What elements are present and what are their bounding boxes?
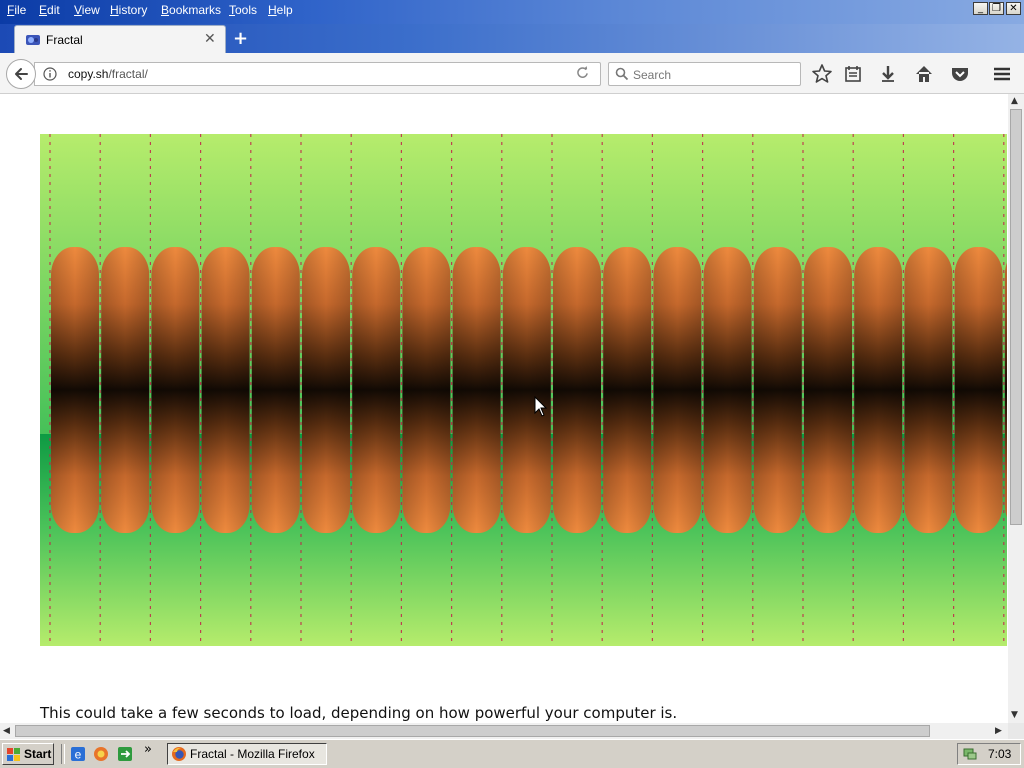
taskbar: Start e » Fractal - Mozilla Firefox 7:03	[0, 739, 1024, 768]
svg-text:e: e	[75, 748, 82, 762]
taskbar-divider	[61, 744, 65, 764]
fractal-lobe-shade	[804, 247, 852, 533]
url-bar[interactable]: copy.sh/fractal/	[34, 62, 601, 86]
reading-list-icon[interactable]	[842, 63, 864, 85]
fractal-lobe-shade	[402, 247, 451, 533]
system-tray: 7:03	[957, 743, 1021, 765]
back-arrow-icon	[15, 68, 28, 80]
scroll-down-arrow-icon[interactable]: ▼	[1011, 710, 1018, 720]
fractal-lobe-shade	[753, 247, 802, 533]
quicklaunch-more-chevron-icon[interactable]: »	[144, 742, 152, 757]
hamburger-menu-icon[interactable]	[991, 63, 1013, 85]
fractal-favicon-icon	[26, 35, 40, 45]
clock: 7:03	[988, 747, 1012, 761]
fractal-lobe-shade	[954, 247, 1003, 533]
fractal-lobe-shade	[1004, 262, 1007, 518]
fractal-lobe-shade	[352, 247, 401, 533]
scrollbar-corner	[1008, 723, 1024, 739]
fractal-lobe-shade	[703, 247, 752, 533]
menu-view[interactable]: View	[74, 3, 100, 17]
fractal-canvas[interactable]	[40, 134, 1007, 646]
menu-bar	[0, 0, 1024, 24]
download-icon[interactable]	[877, 63, 899, 85]
search-input[interactable]: Search	[608, 62, 801, 86]
bookmark-star-icon[interactable]	[811, 63, 833, 85]
menu-file[interactable]: File	[7, 3, 26, 17]
vertical-scroll-thumb[interactable]	[1010, 109, 1022, 525]
windows-logo-icon	[7, 748, 20, 761]
new-tab-button[interactable]: +	[233, 28, 248, 49]
taskbar-firefox-window[interactable]: Fractal - Mozilla Firefox	[167, 743, 327, 765]
fractal-lobe-shade	[854, 247, 903, 533]
menu-history[interactable]: History	[110, 3, 147, 17]
info-icon[interactable]	[43, 67, 57, 81]
fractal-lobe-shade	[603, 247, 652, 533]
search-placeholder: Search	[633, 68, 672, 82]
menu-help[interactable]: Help	[268, 3, 293, 17]
close-window-button[interactable]: ✕	[1006, 2, 1021, 15]
tab-fractal[interactable]: Fractal ✕	[14, 25, 226, 53]
taskbar-window-title: Fractal - Mozilla Firefox	[190, 747, 315, 761]
fractal-lobe-shade	[151, 247, 200, 533]
navigation-toolbar: copy.sh/fractal/ Search	[0, 53, 1024, 94]
restore-button[interactable]: ❐	[989, 2, 1004, 15]
menu-tools[interactable]: Tools	[229, 3, 257, 17]
loading-caption: This could take a few seconds to load, d…	[40, 704, 678, 722]
back-button[interactable]	[6, 59, 36, 89]
mouse-cursor-icon	[534, 396, 548, 417]
menu-bookmarks[interactable]: Bookmarks	[161, 3, 221, 17]
start-button[interactable]: Start	[2, 743, 54, 765]
tab-title: Fractal	[46, 33, 83, 47]
firefox-icon	[172, 747, 186, 761]
ie-quicklaunch-icon[interactable]: e	[70, 746, 86, 762]
start-label: Start	[24, 747, 52, 761]
fractal-lobe-shade	[302, 247, 350, 533]
fractal-lobe-shade	[101, 247, 150, 533]
browser-quicklaunch-icon[interactable]	[93, 746, 109, 762]
fractal-lobe-shade	[904, 247, 953, 533]
fractal-lobe-shade	[653, 247, 702, 533]
fractal-lobe-shade	[251, 247, 300, 533]
url-text[interactable]: copy.sh/fractal/	[68, 67, 148, 81]
scroll-right-arrow-icon[interactable]: ▶	[995, 726, 1002, 736]
reload-icon[interactable]	[576, 66, 589, 79]
fractal-lobe-shade	[201, 247, 250, 533]
search-icon	[615, 67, 629, 81]
fractal-lobe-shade	[452, 247, 501, 533]
minimize-button[interactable]: _	[973, 2, 988, 15]
app-quicklaunch-icon[interactable]	[117, 746, 133, 762]
page-content: This could take a few seconds to load, d…	[0, 94, 1008, 723]
pocket-icon[interactable]	[949, 63, 971, 85]
horizontal-scroll-thumb[interactable]	[15, 725, 930, 737]
scroll-left-arrow-icon[interactable]: ◀	[3, 726, 10, 736]
tab-close-icon[interactable]: ✕	[204, 31, 216, 47]
fractal-lobe-shade	[553, 247, 601, 533]
network-tray-icon[interactable]	[962, 746, 978, 762]
home-icon[interactable]	[913, 63, 935, 85]
menu-edit[interactable]: Edit	[39, 3, 60, 17]
fractal-lobe-shade	[51, 247, 99, 533]
fractal-lobe-shade	[502, 247, 551, 533]
scroll-up-arrow-icon[interactable]: ▲	[1011, 96, 1018, 106]
